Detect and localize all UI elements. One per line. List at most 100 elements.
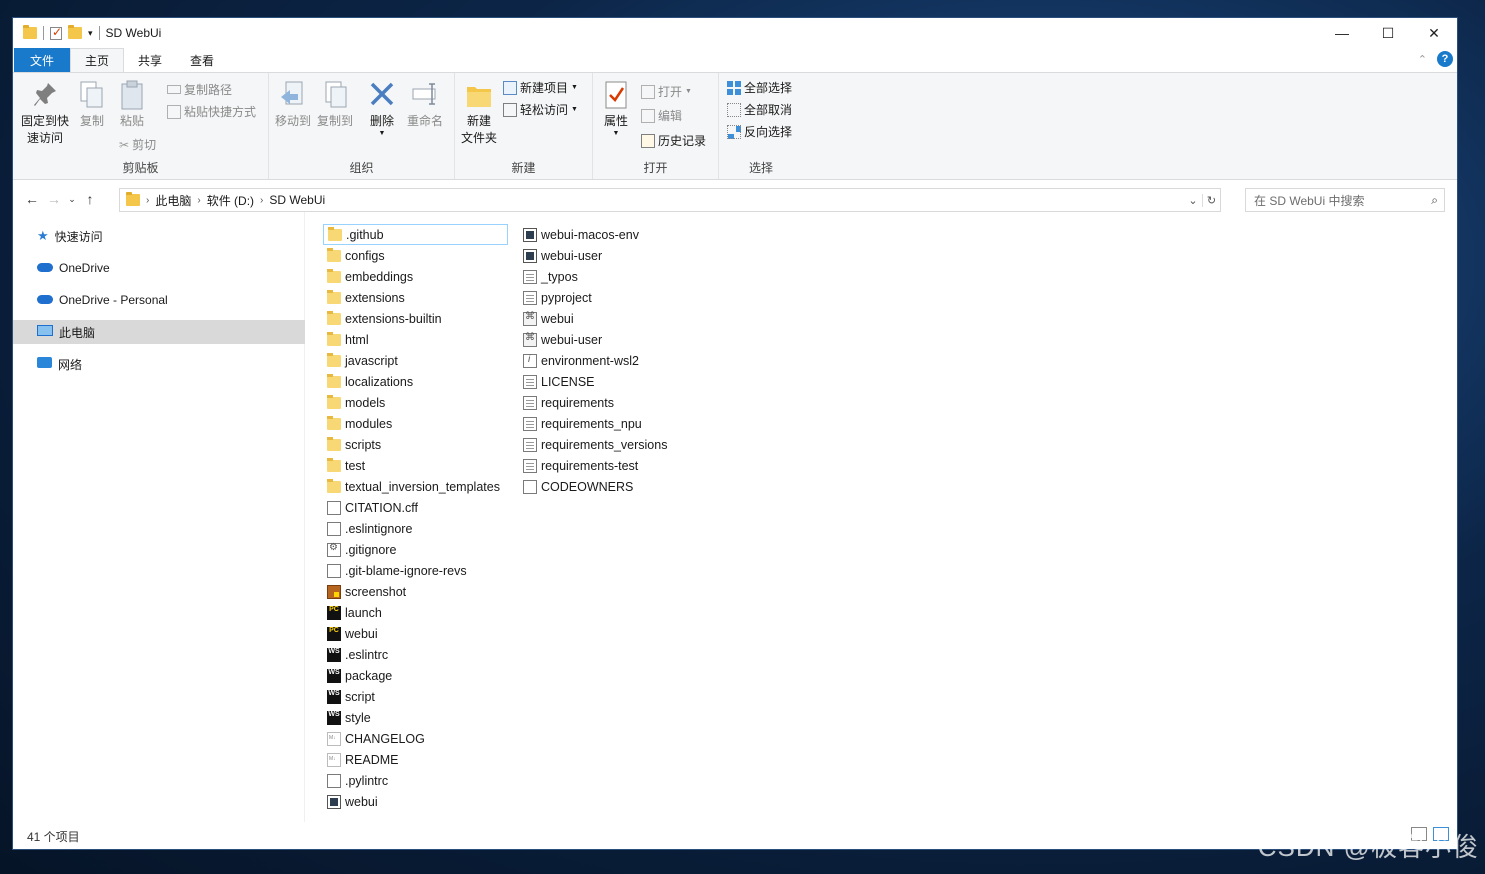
folder-item[interactable]: modules: [323, 413, 508, 434]
folder-item[interactable]: extensions: [323, 287, 508, 308]
copy-path-button[interactable]: 复制路径: [167, 81, 232, 98]
breadcrumb-this-pc[interactable]: 此电脑: [155, 192, 191, 209]
nav-item[interactable]: 网络: [13, 352, 305, 376]
file-name: extensions: [345, 290, 405, 305]
nav-item[interactable]: OneDrive: [13, 256, 305, 280]
nav-item[interactable]: ★ 快速访问: [13, 224, 305, 248]
file-item[interactable]: webui: [519, 308, 679, 329]
history-button[interactable]: 历史记录: [641, 132, 706, 149]
folder-item[interactable]: javascript: [323, 350, 508, 371]
folder-item[interactable]: extensions-builtin: [323, 308, 508, 329]
file-item[interactable]: CODEOWNERS: [519, 476, 679, 497]
pin-quick-access-button[interactable]: 固定到快速访问: [19, 79, 71, 147]
paste-button[interactable]: 粘贴: [117, 79, 147, 130]
folder-item[interactable]: models: [323, 392, 508, 413]
delete-dropdown-icon[interactable]: ▼: [379, 130, 386, 137]
folder-item[interactable]: textual_inversion_templates: [323, 476, 508, 497]
file-item[interactable]: CITATION.cff: [323, 497, 508, 518]
recent-locations-chevron-icon[interactable]: ⌄: [65, 194, 79, 205]
address-dropdown-icon[interactable]: ⌄: [1184, 194, 1202, 207]
maximize-button[interactable]: ☐: [1365, 18, 1411, 48]
file-item[interactable]: pyproject: [519, 287, 679, 308]
tab-share[interactable]: 共享: [124, 48, 176, 72]
invert-selection-label: 反向选择: [744, 125, 793, 139]
file-item[interactable]: CHANGELOG: [323, 728, 508, 749]
breadcrumb-drive-d[interactable]: 软件 (D:): [207, 192, 254, 209]
file-item[interactable]: .pylintrc: [323, 770, 508, 791]
select-all-button[interactable]: 全部选择: [727, 79, 792, 96]
close-button[interactable]: ✕: [1411, 18, 1457, 48]
cut-button[interactable]: ✂ 剪切: [119, 136, 156, 153]
file-item[interactable]: .git-blame-ignore-revs: [323, 560, 508, 581]
select-none-button[interactable]: 全部取消: [727, 101, 792, 118]
breadcrumb-sd-webui[interactable]: SD WebUi: [269, 193, 325, 207]
address-bar[interactable]: › 此电脑 › 软件 (D:) › SD WebUi ⌄ ↻: [119, 188, 1221, 212]
new-folder-icon[interactable]: [68, 25, 82, 39]
breadcrumb-chevron-icon[interactable]: ›: [260, 195, 263, 206]
file-item[interactable]: WS style: [323, 707, 508, 728]
search-placeholder: 在 SD WebUi 中搜索: [1254, 193, 1365, 208]
file-item[interactable]: _typos: [519, 266, 679, 287]
new-folder-button[interactable]: 新建 文件夹: [461, 79, 497, 147]
refresh-icon[interactable]: ↻: [1202, 193, 1220, 207]
file-item[interactable]: LICENSE: [519, 371, 679, 392]
folder-item[interactable]: embeddings: [323, 266, 508, 287]
paste-shortcut-button[interactable]: 粘贴快捷方式: [167, 103, 256, 120]
cloud-icon: [37, 293, 53, 307]
tab-home[interactable]: 主页: [70, 48, 125, 72]
file-item[interactable]: PC webui: [323, 623, 508, 644]
properties-dropdown-icon[interactable]: ▼: [613, 130, 620, 137]
file-name: _typos: [541, 269, 578, 284]
copy-to-button[interactable]: 复制到: [315, 79, 355, 130]
file-item[interactable]: .gitignore: [323, 539, 508, 560]
nav-item[interactable]: 此电脑: [13, 320, 305, 344]
tab-file[interactable]: 文件: [14, 48, 71, 72]
file-item[interactable]: requirements_versions: [519, 434, 679, 455]
customize-quick-access-icon[interactable]: ▾: [88, 28, 93, 39]
help-icon[interactable]: ?: [1437, 51, 1453, 67]
file-item[interactable]: PC launch: [323, 602, 508, 623]
file-item[interactable]: .eslintignore: [323, 518, 508, 539]
rename-button[interactable]: 重命名: [405, 79, 445, 130]
move-to-button[interactable]: 移动到: [273, 79, 313, 130]
folder-item[interactable]: html: [323, 329, 508, 350]
file-item[interactable]: environment-wsl2: [519, 350, 679, 371]
up-arrow-icon[interactable]: ↑: [79, 191, 101, 207]
file-item[interactable]: webui-macos-env: [519, 224, 679, 245]
folder-item[interactable]: test: [323, 455, 508, 476]
properties-button[interactable]: 属性 ▼: [601, 79, 631, 137]
easy-access-button[interactable]: 轻松访问 ▼: [503, 101, 578, 118]
breadcrumb-chevron-icon[interactable]: ›: [146, 195, 149, 206]
edit-button[interactable]: 编辑: [641, 107, 682, 124]
file-item[interactable]: webui-user: [519, 329, 679, 350]
copy-button[interactable]: 复制: [77, 79, 107, 130]
file-item[interactable]: requirements_npu: [519, 413, 679, 434]
tab-view[interactable]: 查看: [176, 48, 228, 72]
nav-item[interactable]: OneDrive - Personal: [13, 288, 305, 312]
new-item-button[interactable]: 新建项目 ▼: [503, 79, 578, 96]
file-item[interactable]: WS script: [323, 686, 508, 707]
invert-selection-button[interactable]: 反向选择: [727, 123, 792, 140]
minimize-button[interactable]: —: [1319, 18, 1365, 48]
delete-button[interactable]: 删除 ▼: [367, 79, 397, 137]
folder-item[interactable]: scripts: [323, 434, 508, 455]
folder-item[interactable]: configs: [323, 245, 508, 266]
properties-check-icon[interactable]: [50, 25, 62, 40]
file-item[interactable]: README: [323, 749, 508, 770]
file-item[interactable]: WS .eslintrc: [323, 644, 508, 665]
file-item[interactable]: webui: [323, 791, 508, 812]
forward-arrow-icon[interactable]: →: [43, 191, 65, 207]
file-item[interactable]: WS package: [323, 665, 508, 686]
cut-label: 剪切: [132, 138, 157, 152]
collapse-ribbon-icon[interactable]: ⌃: [1418, 53, 1427, 66]
file-item[interactable]: screenshot: [323, 581, 508, 602]
open-button[interactable]: 打开 ▼: [641, 83, 692, 100]
folder-item[interactable]: localizations: [323, 371, 508, 392]
search-box[interactable]: 在 SD WebUi 中搜索 ⌕: [1245, 188, 1445, 212]
folder-item[interactable]: .github: [323, 224, 508, 245]
file-item[interactable]: requirements-test: [519, 455, 679, 476]
file-item[interactable]: requirements: [519, 392, 679, 413]
file-item[interactable]: webui-user: [519, 245, 679, 266]
back-arrow-icon[interactable]: ←: [21, 191, 43, 207]
breadcrumb-chevron-icon[interactable]: ›: [197, 195, 200, 206]
